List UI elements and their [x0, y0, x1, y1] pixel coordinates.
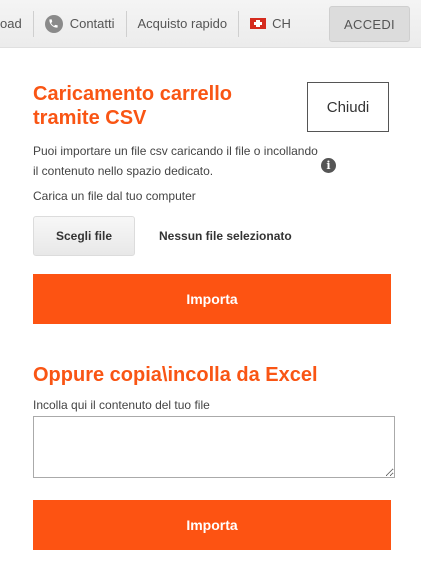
close-button[interactable]: Chiudi	[307, 82, 389, 132]
nav-item-download-label: oad	[0, 16, 22, 31]
import-file-button[interactable]: Importa	[33, 274, 391, 324]
paste-section-title: Oppure copia\incolla da Excel	[33, 364, 318, 386]
csv-description: Puoi importare un file csv caricando il …	[33, 144, 318, 178]
import-paste-button[interactable]: Importa	[33, 500, 391, 550]
nav-item-contacts-label: Contatti	[69, 16, 115, 31]
login-button[interactable]: ACCEDI	[329, 6, 410, 42]
choose-file-button[interactable]: Scegli file	[33, 216, 135, 256]
nav-item-quick-purchase-label: Acquisto rapido	[137, 16, 228, 31]
nav-item-download[interactable]: oad	[0, 10, 33, 38]
top-nav-bar: oad Contatti Acquisto rapido CH ACCEDI	[0, 0, 421, 48]
nav-item-country-label: CH	[272, 16, 291, 31]
phone-icon	[44, 14, 63, 33]
file-status-text: Nessun file selezionato	[159, 229, 292, 243]
upload-label: Carica un file dal tuo computer	[33, 189, 196, 203]
csv-upload-title: Caricamento carrello tramite CSV	[33, 83, 232, 129]
info-icon[interactable]: i	[321, 158, 336, 173]
paste-label: Incolla qui il contenuto del tuo file	[33, 398, 210, 412]
nav-item-country[interactable]: CH	[239, 10, 302, 38]
swiss-flag-icon	[250, 18, 267, 29]
nav-item-quick-purchase[interactable]: Acquisto rapido	[127, 10, 239, 38]
nav-item-contacts[interactable]: Contatti	[34, 10, 126, 38]
paste-textarea[interactable]	[33, 416, 395, 478]
